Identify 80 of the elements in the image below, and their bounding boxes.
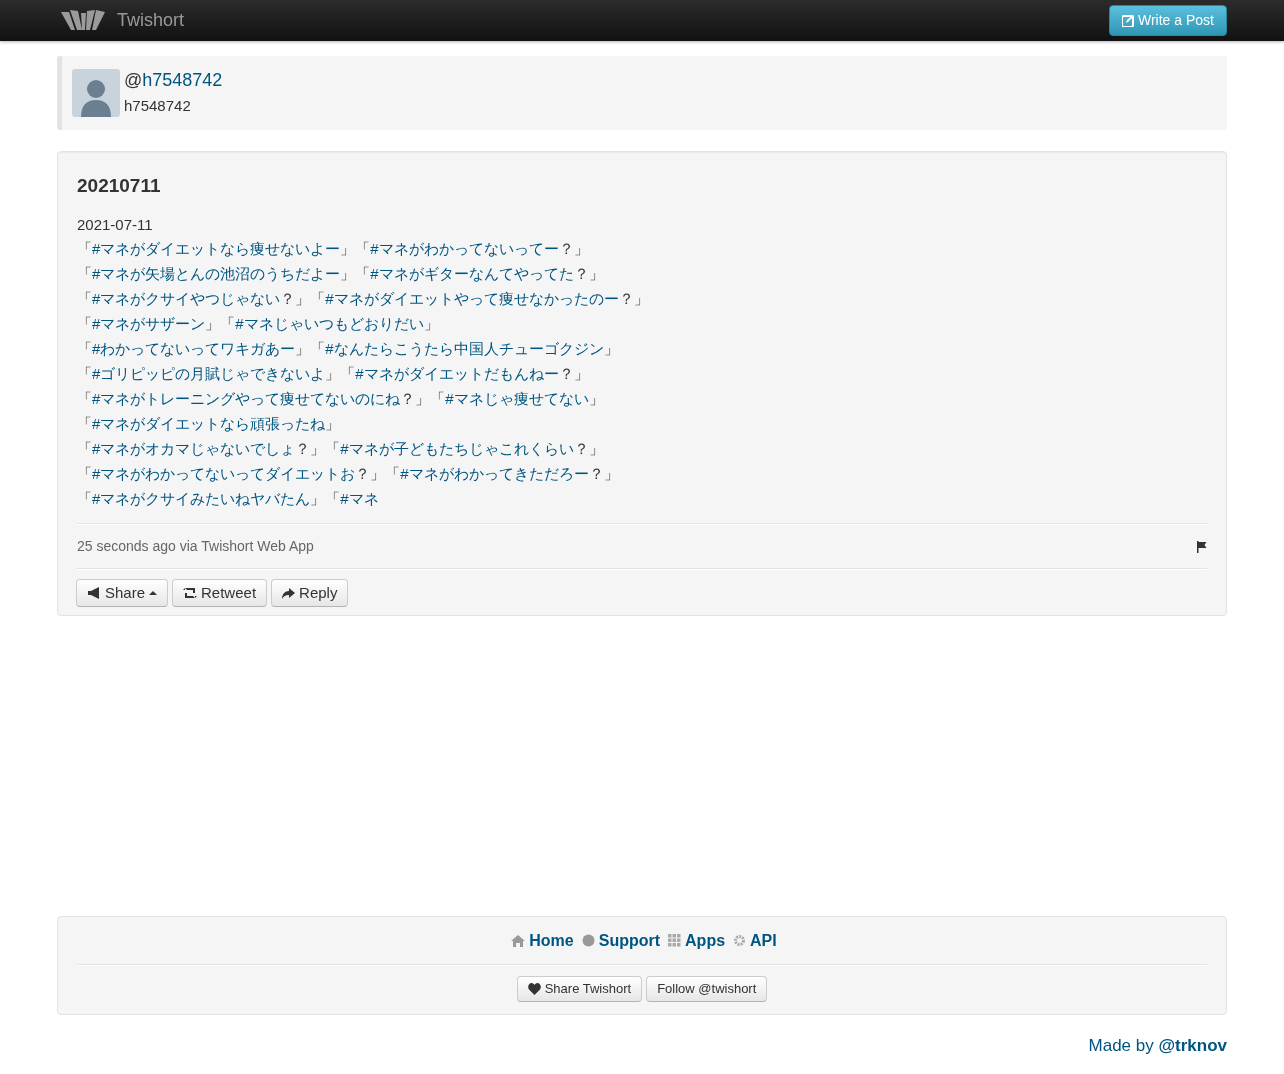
quote-bracket-text: 「: [77, 415, 92, 432]
quote-bracket-text: 「: [77, 240, 92, 257]
hashtag-link[interactable]: #マネがわかってきただろー: [400, 465, 589, 482]
hashtag-link[interactable]: #マネがダイエットなら頑張ったね: [92, 415, 326, 432]
hashtag-link[interactable]: #マネがクサイみたいねヤバたん: [92, 490, 311, 507]
avatar-silhouette: [72, 69, 120, 117]
home-icon: [511, 934, 526, 947]
quote-bracket-text: 「: [77, 440, 92, 457]
hashtag-link[interactable]: #マネがトレーニングやって痩せてないのにね: [92, 390, 401, 407]
post-meta-text: 25 seconds ago via Twishort Web App: [77, 536, 314, 556]
caret-up-icon: [149, 590, 158, 595]
hashtag-link[interactable]: #なんたらこうたら中国人チューゴクジン: [325, 340, 604, 357]
hashtag-link[interactable]: #マネ: [340, 490, 379, 507]
reply-button[interactable]: Reply: [271, 578, 349, 607]
retweet-button[interactable]: Retweet: [172, 578, 268, 607]
quote-bracket-text: ？」「: [400, 390, 446, 407]
display-name: h7548742: [124, 96, 192, 116]
quote-bracket-text: 」「: [310, 490, 341, 507]
hashtag-link[interactable]: #マネがオカマじゃないでしょ: [92, 440, 296, 457]
hashtag-link[interactable]: #マネがダイエットなら痩せないよー: [92, 240, 341, 257]
quote-bracket-text: 「: [77, 290, 92, 307]
gear-icon: [733, 934, 747, 947]
hashtag-link[interactable]: #マネがわかってないってー: [370, 240, 559, 257]
quote-bracket-text: 」「: [295, 340, 326, 357]
home-link[interactable]: Home: [529, 928, 574, 953]
quote-bracket-text: 」「: [340, 265, 371, 282]
quote-bracket-text: 「: [77, 390, 92, 407]
support-link[interactable]: Support: [598, 928, 661, 953]
author-link[interactable]: @trknov: [1158, 1035, 1227, 1055]
brand-link[interactable]: Twishort: [117, 7, 185, 34]
username-link[interactable]: h7548742: [142, 69, 223, 93]
quote-bracket-text: ？」: [558, 240, 589, 257]
hashtag-link[interactable]: #わかってないってワキガあー: [92, 340, 296, 357]
quote-bracket-text: ？」「: [355, 465, 401, 482]
quote-bracket-text: 「: [77, 490, 92, 507]
apps-link[interactable]: Apps: [685, 928, 726, 953]
retweet-icon: [183, 586, 198, 599]
quote-bracket-text: 「: [77, 315, 92, 332]
quote-bracket-text: ？」「: [280, 290, 326, 307]
quote-bracket-text: 」: [603, 340, 619, 357]
made-by-text: Made by @trknov: [1087, 1034, 1227, 1057]
megaphone-icon: [87, 586, 101, 599]
grid-icon: [668, 934, 682, 947]
hashtag-link[interactable]: #マネじゃ痩せてない: [445, 390, 589, 407]
quote-bracket-text: 」: [423, 315, 439, 332]
quote-bracket-text: 」「: [340, 240, 371, 257]
edit-icon: [1122, 14, 1134, 27]
quote-bracket-text: ？」: [573, 265, 604, 282]
quote-bracket-text: ？」「: [295, 440, 341, 457]
quote-bracket-text: ？」: [573, 440, 604, 457]
quote-bracket-text: ？」: [588, 465, 619, 482]
quote-bracket-text: ？」: [618, 290, 649, 307]
quote-bracket-text: ？」: [558, 365, 589, 382]
quote-bracket-text: 「: [77, 465, 92, 482]
share-twishort-button[interactable]: Share Twishort: [516, 975, 643, 1002]
hashtag-link[interactable]: #ゴリピッピの月賦じゃできないよ: [92, 365, 326, 382]
hashtag-link[interactable]: #マネがダイエットやって痩せなかったのー: [325, 290, 619, 307]
hashtag-link[interactable]: #マネが子どもたちじゃこれくらい: [340, 440, 574, 457]
post-title: 20210711: [77, 174, 162, 198]
follow-button[interactable]: Follow @twishort: [646, 975, 768, 1002]
heart-icon: [527, 982, 541, 995]
hashtag-link[interactable]: #マネじゃいつもどおりだい: [235, 315, 424, 332]
quote-bracket-text: 「: [77, 365, 92, 382]
reply-arrow-icon: [282, 586, 296, 599]
quote-bracket-text: 」「: [325, 365, 356, 382]
at-sign: @: [124, 69, 143, 92]
post-date: 2021-07-11: [77, 214, 154, 235]
hashtag-link[interactable]: #マネがギターなんてやってた: [370, 265, 574, 282]
quote-bracket-text: 「: [77, 265, 92, 282]
hashtag-link[interactable]: #マネが矢場とんの池沼のうちだよー: [92, 265, 341, 282]
quote-bracket-text: 」: [588, 390, 604, 407]
share-button[interactable]: Share: [76, 578, 169, 607]
hashtag-link[interactable]: #マネがダイエットだもんねー: [355, 365, 559, 382]
hashtag-link[interactable]: #マネがサザーン: [92, 315, 206, 332]
quote-bracket-text: 」: [325, 415, 341, 432]
quote-bracket-text: 「: [77, 340, 92, 357]
hashtag-link[interactable]: #マネがクサイやつじゃない: [92, 290, 281, 307]
api-link[interactable]: API: [750, 928, 777, 953]
quote-bracket-text: 」「: [205, 315, 236, 332]
hashtag-link[interactable]: #マネがわかってないってダイエットお: [92, 465, 356, 482]
